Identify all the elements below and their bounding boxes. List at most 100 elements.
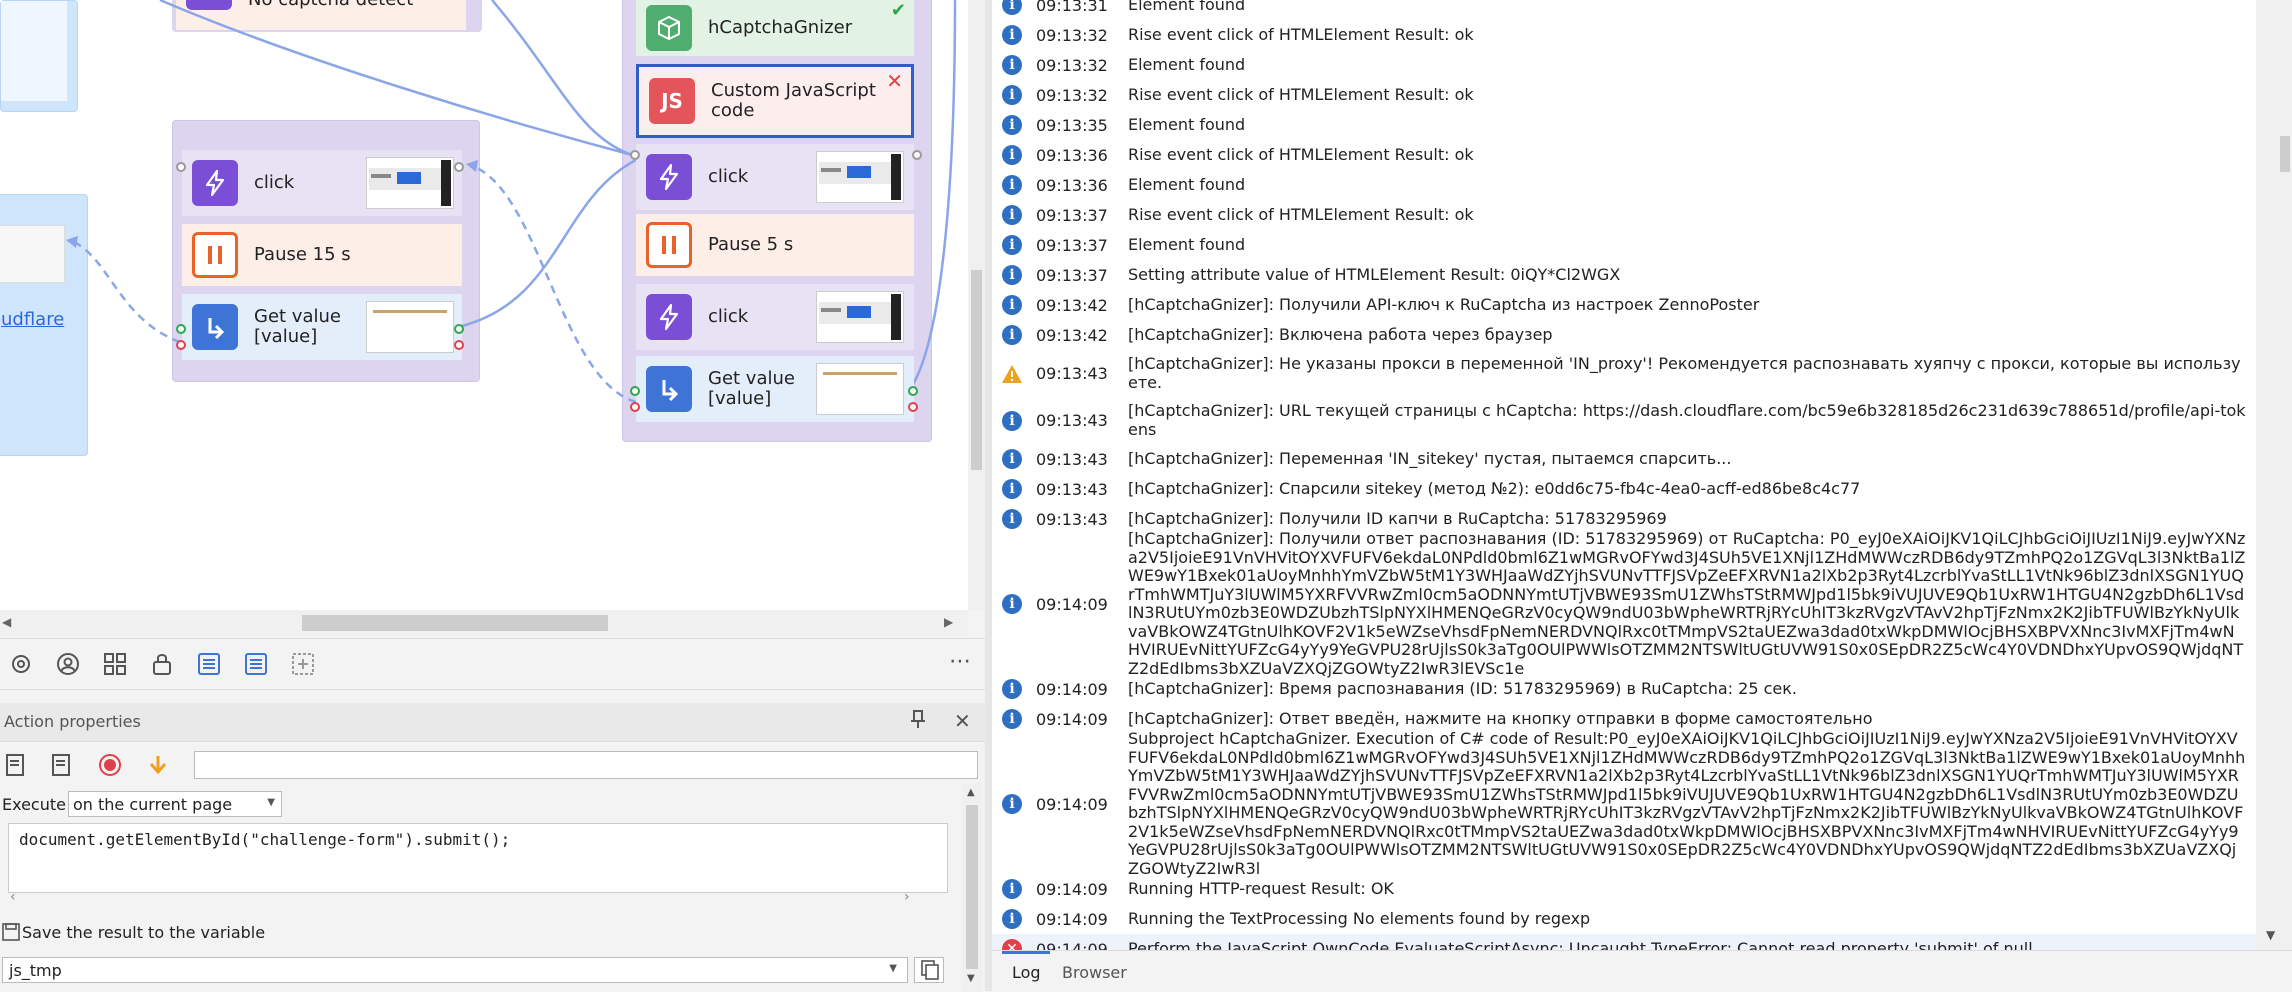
node-pause-15[interactable]: Pause 15 s — [182, 224, 462, 286]
log-row[interactable]: i 09:13:36 Element found — [992, 170, 2256, 200]
scroll-right-icon[interactable]: ▶ — [944, 615, 953, 629]
log-row[interactable]: i 09:14:09 [hCaptchaGnizer]: Время распозн… — [992, 674, 2256, 704]
close-icon[interactable]: ✕ — [886, 69, 903, 93]
log-row[interactable]: i 09:13:31 Element found — [992, 0, 2256, 20]
log-row[interactable]: i 09:13:43 [hCaptchaGnizer]: Спарсили site… — [992, 474, 2256, 504]
log-message: [hCaptchaGnizer]: Включена работа через … — [1128, 324, 1553, 344]
log-row[interactable]: i 09:13:37 Rise event click of HTMLElement… — [992, 200, 2256, 230]
log-time: 09:13:36 — [1036, 145, 1108, 165]
log-row[interactable]: i 09:13:35 Element found — [992, 110, 2256, 140]
scroll-left-icon[interactable]: ‹ — [10, 889, 16, 905]
log-row[interactable]: i 09:14:09 Running HTTP-request Result: OK — [992, 874, 2256, 904]
info-icon: i — [1001, 793, 1023, 815]
info-icon: i — [1001, 24, 1023, 46]
pin-icon[interactable] — [910, 709, 926, 734]
log-row[interactable]: i 09:13:37 Setting attribute value of HTML… — [992, 260, 2256, 290]
get-value-icon — [646, 366, 692, 412]
info-icon: i — [1001, 593, 1023, 615]
lightning-icon — [646, 294, 692, 340]
tab-browser[interactable]: Browser — [1062, 963, 1127, 982]
log-time: 09:13:32 — [1036, 85, 1108, 105]
node-get-value-a[interactable]: Get value [value] — [176, 294, 464, 360]
property-filter-input[interactable] — [194, 751, 978, 779]
canvas-vertical-scrollbar[interactable] — [968, 0, 985, 610]
grid-icon[interactable] — [102, 651, 128, 677]
error-icon: ✕ — [1001, 938, 1023, 950]
log-row[interactable]: i 09:13:32 Rise event click of HTMLElement… — [992, 80, 2256, 110]
node-thumbnail — [366, 157, 454, 209]
log-message: Rise event click of HTMLElement Result: … — [1128, 204, 1474, 224]
user-circle-icon[interactable] — [55, 651, 81, 677]
list-alt-icon[interactable] — [243, 651, 269, 677]
js-code-editor[interactable]: document.getElementById("challenge-form"… — [8, 823, 948, 893]
log-row[interactable]: i 09:13:32 Rise event click of HTMLElement… — [992, 20, 2256, 50]
project-canvas[interactable]: udflare No captcha detect click Pause 15… — [0, 0, 968, 610]
canvas-horizontal-scrollbar[interactable]: ◀ ▶ — [0, 610, 968, 636]
log-row[interactable]: i 09:13:43 [hCaptchaGnizer]: URL текущей с… — [992, 397, 2256, 444]
variable-select-value: js_tmp — [9, 961, 62, 980]
log-row[interactable]: i 09:14:09 [hCaptchaGnizer]: Получили отве… — [992, 529, 2256, 677]
node-click-a[interactable]: click — [176, 150, 464, 216]
log-row[interactable]: i 09:13:36 Rise event click of HTMLElement… — [992, 140, 2256, 170]
log-row[interactable]: i 09:14:09 Subproject hCaptchaGnizer. Exec… — [992, 729, 2256, 877]
variable-select[interactable]: js_tmp ▼ — [2, 957, 908, 983]
log-time: 09:14:09 — [1036, 909, 1108, 929]
node-click-c[interactable]: click — [636, 284, 914, 350]
node-thumbnail — [816, 151, 904, 203]
properties-scrollbar[interactable]: ▲ ▼ — [962, 783, 982, 991]
scroll-up-icon[interactable]: ▲ — [967, 787, 975, 798]
scroll-down-icon[interactable]: ▼ — [2266, 928, 2275, 942]
log-row[interactable]: i 09:13:43 [hCaptchaGnizer]: Переменная 'I… — [992, 444, 2256, 474]
copy-icon[interactable] — [914, 957, 944, 983]
save-result-label: Save the result to the variable — [22, 923, 266, 942]
node-label: click — [254, 172, 295, 193]
close-panel-icon[interactable]: ✕ — [954, 709, 971, 733]
log-message: Element found — [1128, 0, 1246, 14]
arrow-down-icon[interactable] — [144, 751, 172, 779]
execute-select[interactable]: on the current page ▼ — [68, 791, 282, 817]
log-time: 09:13:42 — [1036, 325, 1108, 345]
log-message: Element found — [1128, 54, 1246, 74]
log-message: Setting attribute value of HTMLElement R… — [1128, 264, 1621, 284]
log-row[interactable]: i 09:14:09 Running the TextProcessing No e… — [992, 904, 2256, 934]
log-row[interactable]: i 09:13:42 [hCaptchaGnizer]: Получили API-… — [992, 290, 2256, 320]
log-time: 09:13:37 — [1036, 265, 1108, 285]
node-thumbnail — [816, 363, 904, 415]
record-icon[interactable] — [96, 751, 124, 779]
expand-icon[interactable] — [290, 651, 316, 677]
info-icon: i — [1001, 908, 1023, 930]
gear-icon[interactable] — [8, 651, 34, 677]
node-label: Pause 5 s — [708, 234, 794, 255]
scroll-left-icon[interactable]: ◀ — [2, 615, 11, 629]
log-row[interactable]: i 09:13:42 [hCaptchaGnizer]: Включена рабо… — [992, 320, 2256, 350]
doc-edit-icon[interactable] — [48, 751, 76, 779]
panel-title: Action properties — [4, 712, 141, 731]
log-row[interactable]: 09:13:43 [hCaptchaGnizer]: Не указаны про… — [992, 350, 2256, 397]
log-row[interactable]: ✕ 09:14:09 Perform the JavaScript OwnCode … — [992, 934, 2256, 950]
list-icon[interactable] — [196, 651, 222, 677]
lock-icon[interactable] — [149, 651, 175, 677]
log-row[interactable]: i 09:13:37 Element found — [992, 230, 2256, 260]
code-editor-scrollbar[interactable]: ‹ › — [8, 889, 918, 905]
node-label: Get value [value] — [254, 306, 341, 347]
node-custom-js[interactable]: JS Custom JavaScript code ✕ — [636, 64, 914, 138]
more-icon[interactable]: ⋯ — [949, 649, 971, 674]
scroll-down-icon[interactable]: ▼ — [967, 973, 975, 984]
log-time: 09:14:09 — [1036, 679, 1108, 699]
scroll-right-icon[interactable]: › — [904, 889, 910, 905]
node-click-b[interactable]: click — [636, 144, 922, 210]
log-time: 09:13:43 — [1036, 509, 1108, 529]
log-vertical-scrollbar[interactable]: ▼ — [2256, 0, 2292, 950]
info-icon: i — [1001, 204, 1023, 226]
log-message: [hCaptchaGnizer]: Получили ответ распозн… — [1128, 529, 2246, 678]
node-pause-5[interactable]: Pause 5 s — [636, 214, 914, 276]
node-get-value-b[interactable]: Get value [value] — [630, 356, 918, 422]
doc-settings-icon[interactable] — [2, 751, 30, 779]
node-hcaptchagnizer[interactable]: hCaptchaGnizer ✔ — [636, 0, 914, 56]
tab-log[interactable]: Log — [1012, 963, 1041, 982]
chevron-down-icon: ▼ — [267, 797, 275, 808]
log-message: [hCaptchaGnizer]: Время распознавания (I… — [1128, 678, 1797, 698]
log-row[interactable]: i 09:13:32 Element found — [992, 50, 2256, 80]
panel-splitter[interactable] — [985, 0, 992, 991]
log-time: 09:13:32 — [1036, 55, 1108, 75]
